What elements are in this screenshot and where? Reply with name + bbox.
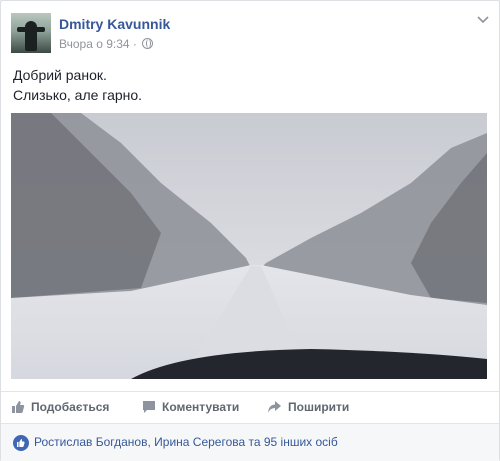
share-button[interactable]: Поширити xyxy=(267,400,349,414)
comment-icon xyxy=(143,401,155,413)
post-photo[interactable] xyxy=(11,113,487,379)
comment-label: Коментувати xyxy=(162,400,240,414)
separator: · xyxy=(132,37,141,51)
chevron-down-icon[interactable] xyxy=(477,13,491,24)
author-name[interactable]: Dmitry Kavunnik xyxy=(59,16,170,32)
post-text-line: Добрий ранок. xyxy=(13,67,107,83)
avatar[interactable] xyxy=(11,13,51,53)
post-actions: Подобається Коментувати Поширити xyxy=(1,391,499,424)
thumbs-up-icon xyxy=(12,401,25,413)
like-label: Подобається xyxy=(31,400,110,414)
post-timestamp[interactable]: Вчора о 9:34 xyxy=(59,37,130,51)
like-button[interactable]: Подобається xyxy=(11,400,109,414)
post-meta: Вчора о 9:34 · xyxy=(59,37,154,51)
reactions-summary[interactable]: Ростислав Богданов, Ирина Серегова та 95… xyxy=(34,435,338,449)
reactions-bar: Ростислав Богданов, Ирина Серегова та 95… xyxy=(1,423,499,461)
comment-button[interactable]: Коментувати xyxy=(142,400,239,414)
share-label: Поширити xyxy=(288,400,350,414)
globe-icon[interactable] xyxy=(142,38,154,49)
post-text-line: Слизько, але гарно. xyxy=(13,87,143,103)
post-card: Dmitry Kavunnik Вчора о 9:34 · Добрий ра… xyxy=(0,0,500,461)
share-icon xyxy=(268,401,281,413)
post-text: Добрий ранок. Слизько, але гарно. xyxy=(13,65,142,105)
like-reaction-icon[interactable] xyxy=(13,435,29,451)
